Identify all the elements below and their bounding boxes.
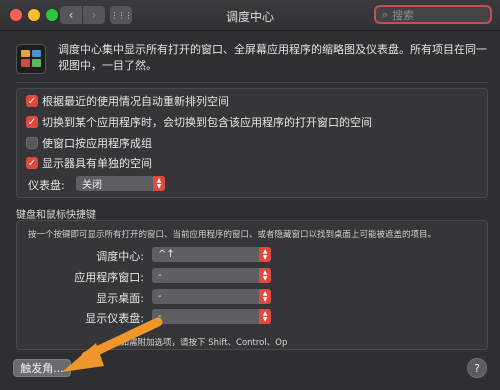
annotation-arrow-icon — [62, 317, 163, 372]
